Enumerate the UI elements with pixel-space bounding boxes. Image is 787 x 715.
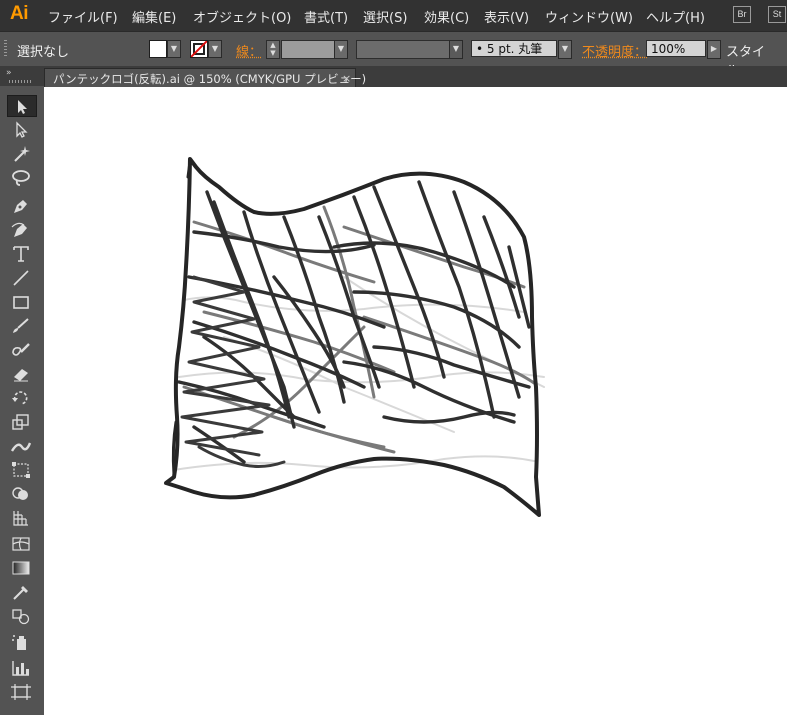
- stroke-weight-field[interactable]: [281, 40, 335, 59]
- mesh-tool[interactable]: [7, 533, 37, 555]
- menu-view[interactable]: 表示(V): [484, 7, 529, 26]
- width-tool-icon: [10, 442, 32, 452]
- eraser-tool[interactable]: [7, 363, 37, 385]
- control-bar-grip[interactable]: [4, 40, 7, 56]
- none-stroke-icon: [191, 41, 207, 57]
- selection-status: 選択なし: [17, 45, 70, 60]
- tools-panel: »: [0, 66, 45, 715]
- fill-dropdown[interactable]: ▼: [167, 40, 181, 58]
- stroke-dropdown[interactable]: ▼: [208, 40, 222, 58]
- document-tab-bar: パンテックロゴ(反転).ai @ 150% (CMYK/GPU プレビュー) ×: [44, 66, 787, 87]
- opacity-field[interactable]: 100%: [646, 40, 706, 57]
- type-tool[interactable]: [7, 243, 37, 265]
- paintbrush-tool-icon: [13, 318, 29, 333]
- blend-tool[interactable]: [7, 605, 37, 627]
- opacity-dropdown[interactable]: ▶: [707, 40, 721, 59]
- pen-tool-icon: [14, 200, 27, 213]
- shape-builder-tool[interactable]: [7, 483, 37, 505]
- perspective-grid-tool-icon: [13, 511, 28, 526]
- stock-button[interactable]: St: [768, 6, 786, 23]
- rectangle-tool-icon: [13, 296, 29, 309]
- curvature-tool-icon: [11, 222, 27, 237]
- stroke-weight-dropdown[interactable]: ▼: [334, 40, 348, 59]
- bridge-button[interactable]: Br: [733, 6, 751, 23]
- stroke-label[interactable]: 線：: [236, 41, 262, 60]
- menu-effect[interactable]: 効果(C): [424, 7, 469, 26]
- menu-window[interactable]: ウィンドウ(W): [545, 7, 633, 26]
- rotate-tool[interactable]: [7, 387, 37, 409]
- menu-object[interactable]: オブジェクト(O): [193, 7, 291, 26]
- blend-tool-icon: [12, 609, 30, 625]
- line-segment-tool-icon: [13, 270, 29, 286]
- tools-panel-header[interactable]: »: [0, 66, 44, 86]
- direct-selection-tool-icon: [16, 121, 28, 138]
- lasso-tool-icon: [12, 170, 30, 186]
- selection-tool-icon: [18, 100, 27, 114]
- magic-wand-tool-icon: [14, 146, 30, 162]
- rotate-tool-icon: [12, 391, 28, 405]
- column-graph-tool-icon: [12, 661, 29, 676]
- brush-dropdown[interactable]: ▼: [558, 40, 572, 59]
- brush-definition[interactable]: • 5 pt. 丸筆: [471, 40, 557, 57]
- scale-tool-icon: [12, 414, 29, 430]
- illustrator-logo: Ai: [10, 3, 29, 24]
- eraser-tool-icon: [14, 369, 28, 382]
- perspective-grid-tool[interactable]: [7, 507, 37, 529]
- width-tool[interactable]: [7, 435, 37, 457]
- symbol-sprayer-tool[interactable]: [7, 631, 37, 653]
- rectangle-tool[interactable]: [7, 291, 37, 313]
- control-bar: 選択なし ▼ ▼ 線： ▲ ▼ ▼ ▼ • 5 pt. 丸筆 ▼ 不透明度： 10…: [0, 31, 787, 79]
- symbol-sprayer-tool-icon: [12, 635, 26, 650]
- artboard-canvas[interactable]: [44, 87, 787, 715]
- fill-swatch[interactable]: [149, 40, 167, 58]
- shaper-tool-icon: [12, 343, 30, 356]
- free-transform-tool-icon: [12, 462, 30, 478]
- eyedropper-tool[interactable]: [7, 581, 37, 603]
- free-transform-tool[interactable]: [7, 459, 37, 481]
- hand-drawn-flag-sketch: [164, 157, 545, 517]
- document-tab[interactable]: パンテックロゴ(反転).ai @ 150% (CMYK/GPU プレビュー) ×: [44, 68, 366, 87]
- stroke-weight-stepper[interactable]: ▲ ▼: [266, 40, 280, 59]
- type-tool-icon: [13, 246, 29, 262]
- menu-help[interactable]: ヘルプ(H): [646, 7, 705, 26]
- mesh-tool-icon: [12, 537, 30, 551]
- column-graph-tool[interactable]: [7, 657, 37, 679]
- eyedropper-tool-icon: [13, 586, 28, 600]
- artboard-tool-icon: [11, 684, 31, 700]
- variable-width-dropdown[interactable]: ▼: [449, 40, 463, 59]
- magic-wand-tool[interactable]: [7, 143, 37, 165]
- direct-selection-tool[interactable]: [7, 119, 37, 141]
- menu-file[interactable]: ファイル(F): [48, 7, 118, 26]
- gradient-tool[interactable]: [7, 557, 37, 579]
- shaper-tool[interactable]: [7, 339, 37, 361]
- paintbrush-tool[interactable]: [7, 315, 37, 337]
- document-tab-title: パンテックロゴ(反転).ai @ 150% (CMYK/GPU プレビュー): [53, 72, 367, 86]
- gradient-tool-icon: [12, 561, 30, 575]
- line-segment-tool[interactable]: [7, 267, 37, 289]
- curvature-tool[interactable]: [7, 219, 37, 241]
- menu-edit[interactable]: 編集(E): [132, 7, 176, 26]
- pen-tool[interactable]: [7, 195, 37, 217]
- variable-width-profile[interactable]: [356, 40, 450, 59]
- selection-tool[interactable]: [7, 95, 37, 117]
- menu-bar: Ai ファイル(F) 編集(E) オブジェクト(O) 書式(T) 選択(S) 効…: [0, 0, 787, 31]
- close-icon[interactable]: ×: [342, 72, 351, 85]
- menu-type[interactable]: 書式(T): [304, 7, 348, 26]
- opacity-label[interactable]: 不透明度：: [582, 41, 647, 60]
- artboard-tool[interactable]: [7, 681, 37, 703]
- shape-builder-tool-icon: [12, 487, 28, 500]
- scale-tool[interactable]: [7, 411, 37, 433]
- collapse-icon[interactable]: »: [6, 68, 12, 78]
- lasso-tool[interactable]: [7, 167, 37, 189]
- stroke-swatch[interactable]: [190, 40, 208, 58]
- menu-select[interactable]: 選択(S): [363, 7, 407, 26]
